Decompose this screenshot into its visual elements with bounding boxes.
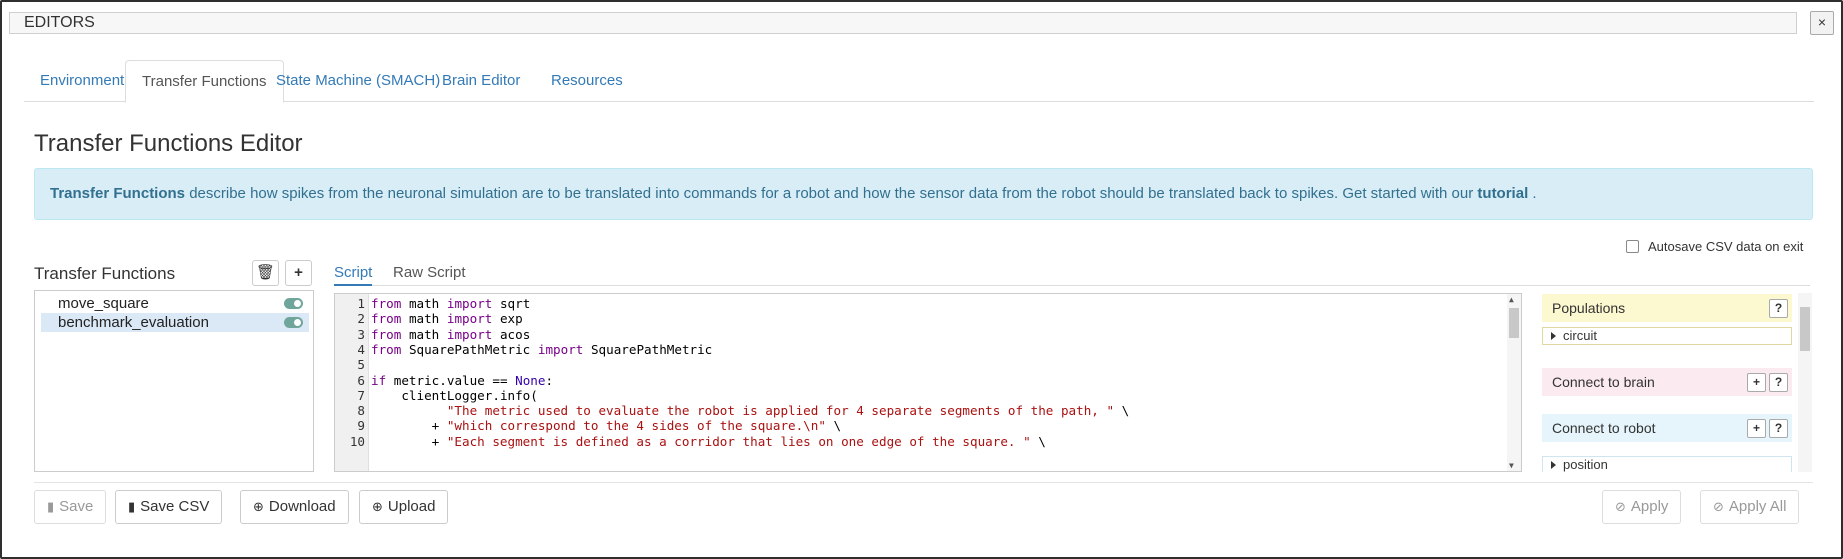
tf-panel-title: Transfer Functions [34, 264, 176, 283]
info-end: . [1528, 185, 1537, 202]
populations-help-button[interactable]: ? [1769, 299, 1788, 318]
population-item-circuit[interactable]: circuit [1542, 327, 1792, 345]
footer-divider [34, 482, 1813, 483]
scroll-up-icon[interactable]: ▲ [1509, 295, 1514, 304]
check-circle-icon: ⊘ [1615, 499, 1626, 514]
robot-item-position[interactable]: position [1542, 456, 1792, 472]
connect-robot-help-button[interactable]: ? [1769, 419, 1788, 438]
code-editor[interactable]: 1 from math import sqrt 2 from math import … [334, 293, 1522, 472]
upload-icon: ⊕ [372, 499, 383, 514]
save-label: Save [59, 498, 94, 515]
tf-item-move-square[interactable]: move_square [41, 294, 309, 313]
expand-arrow-icon[interactable] [1551, 332, 1556, 340]
upload-label: Upload [387, 498, 436, 515]
tf-toggle[interactable] [284, 317, 303, 328]
side-scroll-thumb[interactable] [1800, 307, 1810, 351]
download-icon: ⊕ [253, 499, 264, 514]
connect-robot-add-button[interactable]: + [1747, 419, 1766, 438]
apply-all-label: Apply All [1728, 498, 1787, 515]
connect-brain-title: Connect to brain [1552, 374, 1655, 390]
info-text: describe how spikes from the neuronal si… [185, 185, 1478, 202]
tab-brain-editor[interactable]: Brain Editor [426, 60, 536, 102]
info-alert: Transfer Functions describe how spikes f… [34, 168, 1813, 220]
robot-item-label: position [1563, 457, 1608, 472]
editor-scrollbar[interactable]: ▲ ▼ [1507, 294, 1521, 471]
tab-environment[interactable]: Environment [24, 60, 140, 102]
scroll-thumb[interactable] [1509, 308, 1519, 338]
connect-robot-header: Connect to robot + ? [1542, 414, 1792, 442]
editors-window: EDITORS × Environment Transfer Functions… [0, 0, 1843, 559]
save-csv-label: Save CSV [140, 498, 210, 515]
download-label: Download [268, 498, 336, 515]
trash-icon: 🗑 [255, 264, 276, 281]
populations-header: Populations ? [1542, 294, 1792, 322]
tutorial-link[interactable]: tutorial [1477, 185, 1528, 202]
autosave-checkbox[interactable] [1626, 240, 1639, 253]
close-button[interactable]: × [1810, 11, 1834, 35]
apply-label: Apply [1630, 498, 1669, 515]
autosave-option[interactable]: Autosave CSV data on exit [1626, 239, 1803, 254]
line-number: 10 [349, 433, 365, 449]
tf-helper-panel: Populations ? circuit Connect to brain +… [1542, 293, 1812, 472]
save-button[interactable]: ▮ Save [34, 490, 107, 524]
window-title: EDITORS [9, 12, 1797, 34]
editor-tabs: Environment Transfer Functions State Mac… [24, 60, 1814, 103]
connect-brain-help-button[interactable]: ? [1769, 373, 1788, 392]
apply-button[interactable]: ⊘ Apply [1602, 490, 1682, 524]
file-icon: ▮ [47, 499, 55, 514]
tf-list: move_square benchmark_evaluation [34, 290, 314, 472]
populations-title: Populations [1552, 300, 1626, 316]
bar-chart-icon: ▮ [128, 499, 136, 514]
script-tabs: Script Raw Script [334, 262, 1810, 286]
tf-item-label: benchmark_evaluation [58, 314, 209, 331]
download-button[interactable]: ⊕ Download [240, 490, 349, 524]
info-strong: Transfer Functions [50, 185, 186, 202]
expand-arrow-icon[interactable] [1551, 461, 1556, 469]
plus-icon: + [294, 264, 303, 281]
scroll-down-icon[interactable]: ▼ [1509, 461, 1514, 470]
code-line[interactable]: 10 + "Each segment is defined as a corri… [335, 433, 1505, 451]
tf-item-benchmark-evaluation[interactable]: benchmark_evaluation [41, 313, 309, 332]
population-label: circuit [1563, 328, 1597, 343]
side-panel-scrollbar[interactable] [1798, 293, 1812, 472]
apply-all-button[interactable]: ⊘ Apply All [1700, 490, 1800, 524]
tab-raw-script[interactable]: Raw Script [393, 262, 466, 286]
upload-button[interactable]: ⊕ Upload [359, 490, 449, 524]
autosave-label: Autosave CSV data on exit [1648, 239, 1804, 254]
tf-toggle[interactable] [284, 298, 303, 309]
delete-tf-button[interactable]: 🗑 [252, 260, 279, 286]
check-circle-icon: ⊘ [1713, 499, 1724, 514]
code-text: + "Each segment is defined as a corridor… [371, 433, 1046, 449]
add-tf-button[interactable]: + [285, 260, 312, 286]
connect-brain-add-button[interactable]: + [1747, 373, 1766, 392]
connect-robot-title: Connect to robot [1552, 420, 1656, 436]
tab-resources[interactable]: Resources [535, 60, 639, 102]
tab-script[interactable]: Script [334, 262, 373, 286]
connect-brain-header: Connect to brain + ? [1542, 368, 1792, 396]
save-csv-button[interactable]: ▮ Save CSV [115, 490, 223, 524]
tf-item-label: move_square [58, 295, 149, 312]
page-title: Transfer Functions Editor [34, 130, 303, 157]
